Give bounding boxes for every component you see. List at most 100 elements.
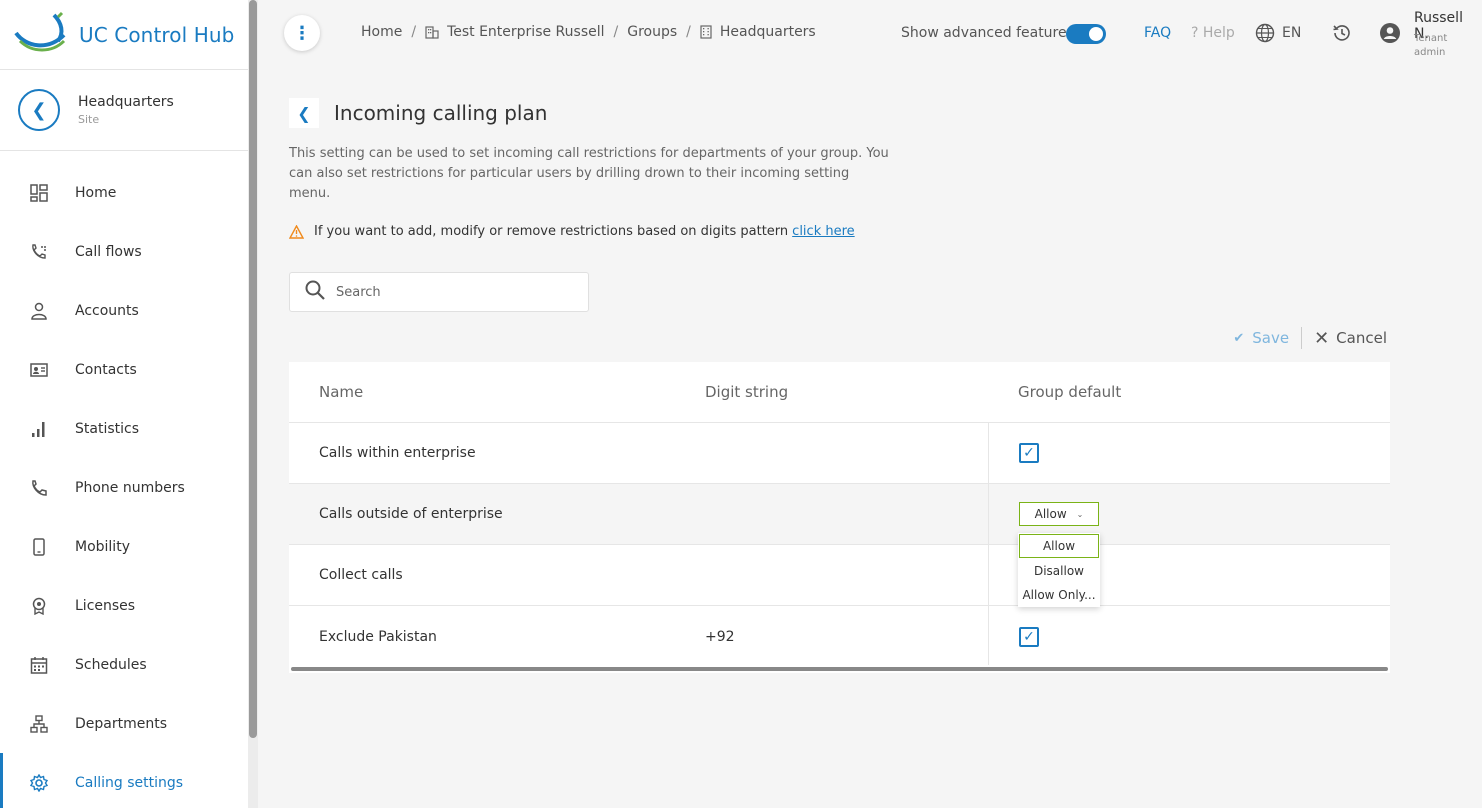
table-row: Collect calls <box>289 545 1390 606</box>
calling-plan-table: Name Digit string Group default Calls wi… <box>289 362 1390 667</box>
column-header-group-default[interactable]: Group default <box>988 362 1390 422</box>
chevron-left-icon: ❮ <box>31 99 47 121</box>
search-input[interactable] <box>336 284 576 300</box>
table-header: Name Digit string Group default <box>289 362 1390 423</box>
sidebar-item-label: Departments <box>75 715 168 732</box>
group-default-dropdown: Allow Disallow Allow Only... <box>1018 533 1100 607</box>
page-title: Incoming calling plan <box>334 101 548 125</box>
office-building-icon <box>700 25 712 39</box>
sidebar-item-accounts[interactable]: Accounts <box>0 281 248 340</box>
column-header-digit-string[interactable]: Digit string <box>705 383 988 401</box>
sidebar-item-label: Home <box>75 184 117 201</box>
sidebar-item-call-flows[interactable]: Call flows <box>0 222 248 281</box>
row-name: Collect calls <box>319 567 403 583</box>
breadcrumb: Home / Test Enterprise Russell / Groups … <box>361 24 816 40</box>
sidebar-item-label: Phone numbers <box>75 479 185 496</box>
help-link[interactable]: ? Help <box>1191 25 1235 41</box>
breadcrumb-separator: / <box>411 24 417 40</box>
sidebar-item-mobility[interactable]: Mobility <box>0 517 248 576</box>
chevron-left-icon: ❮ <box>297 103 311 123</box>
breadcrumb-enterprise[interactable]: Test Enterprise Russell <box>447 24 604 40</box>
table-row: Calls outside of enterprise Allow ⌄ <box>289 484 1390 545</box>
click-here-link[interactable]: click here <box>792 224 854 239</box>
dropdown-option-disallow[interactable]: Disallow <box>1018 559 1100 583</box>
sidebar-item-statistics[interactable]: Statistics <box>0 399 248 458</box>
search-icon <box>304 279 326 305</box>
breadcrumb-separator: / <box>686 24 691 40</box>
sidebar-item-label: Mobility <box>75 538 130 555</box>
chevron-down-icon: ⌄ <box>1076 509 1084 519</box>
actions-divider <box>1301 327 1303 349</box>
sidebar-scrollbar[interactable] <box>248 0 258 808</box>
row-group-default: ✓ <box>988 423 1390 483</box>
checkmark-icon: ✓ <box>1023 445 1035 461</box>
warning-text: If you want to add, modify or remove res… <box>314 224 789 239</box>
contact-card-icon <box>30 361 48 379</box>
sidebar-item-licenses[interactable]: Licenses <box>0 576 248 635</box>
sidebar-item-phone-numbers[interactable]: Phone numbers <box>0 458 248 517</box>
more-menu-button[interactable]: ⋮ <box>284 15 320 51</box>
row-name: Calls within enterprise <box>319 445 476 461</box>
sidebar-item-departments[interactable]: Departments <box>0 694 248 753</box>
table-horizontal-scrollbar[interactable] <box>289 665 1390 673</box>
sidebar-item-schedules[interactable]: Schedules <box>0 635 248 694</box>
history-icon[interactable] <box>1331 22 1353 48</box>
sidebar-scrollbar-thumb[interactable] <box>249 0 257 738</box>
faq-link[interactable]: FAQ <box>1144 25 1171 41</box>
user-avatar-icon[interactable] <box>1379 22 1401 48</box>
page-back-button[interactable]: ❮ <box>289 98 319 128</box>
group-default-checkbox[interactable]: ✓ <box>1019 626 1039 647</box>
warning-triangle-icon <box>289 224 304 239</box>
form-actions: ✔ Save ✕ Cancel <box>1233 327 1387 349</box>
app-title: UC Control Hub <box>79 22 235 47</box>
dropdown-option-allow[interactable]: Allow <box>1019 534 1099 558</box>
site-selector: ❮ Headquarters Site <box>0 70 248 151</box>
app-logo[interactable]: UC Control Hub <box>0 0 248 70</box>
sidebar-item-home[interactable]: Home <box>0 163 248 222</box>
sidebar-item-calling-settings[interactable]: Calling settings <box>0 753 248 808</box>
sidebar-item-label: Statistics <box>75 420 139 437</box>
row-name: Exclude Pakistan <box>319 628 437 645</box>
row-group-default: ✓ <box>988 606 1390 667</box>
dashboard-icon <box>30 183 48 202</box>
dropdown-option-allow-only[interactable]: Allow Only... <box>1018 583 1100 607</box>
phone-icon <box>30 479 48 497</box>
sidebar-nav: Home Call flows Accounts Contacts Statis… <box>0 163 248 808</box>
cancel-button[interactable]: ✕ Cancel <box>1314 328 1387 349</box>
site-back-button[interactable]: ❮ <box>18 89 60 131</box>
breadcrumb-home[interactable]: Home <box>361 24 402 40</box>
breadcrumb-current: Headquarters <box>719 24 816 40</box>
sidebar-item-contacts[interactable]: Contacts <box>0 340 248 399</box>
toggle-knob <box>1089 27 1103 41</box>
checkmark-icon: ✓ <box>1023 628 1035 645</box>
select-value: Allow <box>1034 507 1067 521</box>
mobile-icon <box>30 537 48 556</box>
table-scrollbar-thumb[interactable] <box>291 667 1388 671</box>
table-row: Exclude Pakistan +92 ✓ <box>289 606 1390 667</box>
sidebar-item-label: Accounts <box>75 302 139 319</box>
sidebar-item-label: Call flows <box>75 243 142 260</box>
row-digit-string: +92 <box>705 628 735 645</box>
save-label: Save <box>1252 329 1290 347</box>
column-header-name[interactable]: Name <box>289 383 705 401</box>
advanced-features-toggle[interactable] <box>1066 24 1106 44</box>
row-name: Calls outside of enterprise <box>319 506 503 522</box>
save-button[interactable]: ✔ Save <box>1233 329 1289 347</box>
bar-chart-icon <box>30 420 48 438</box>
sidebar-item-label: Schedules <box>75 656 147 673</box>
globe-icon[interactable] <box>1255 23 1275 47</box>
group-default-checkbox[interactable]: ✓ <box>1019 443 1039 463</box>
user-role: Tenant admin <box>1414 33 1448 58</box>
calendar-icon <box>30 656 48 674</box>
site-type: Site <box>78 113 100 126</box>
page-description: This setting can be used to set incoming… <box>289 146 889 201</box>
breadcrumb-groups[interactable]: Groups <box>627 24 677 40</box>
group-default-select[interactable]: Allow ⌄ <box>1019 502 1099 526</box>
warning-notice: If you want to add, modify or remove res… <box>289 224 855 239</box>
sidebar-item-label: Licenses <box>75 597 136 614</box>
language-selector[interactable]: EN <box>1282 25 1301 41</box>
gear-icon <box>30 773 48 792</box>
site-name: Headquarters <box>78 94 174 110</box>
breadcrumb-separator: / <box>613 24 619 40</box>
check-icon: ✔ <box>1233 330 1245 346</box>
